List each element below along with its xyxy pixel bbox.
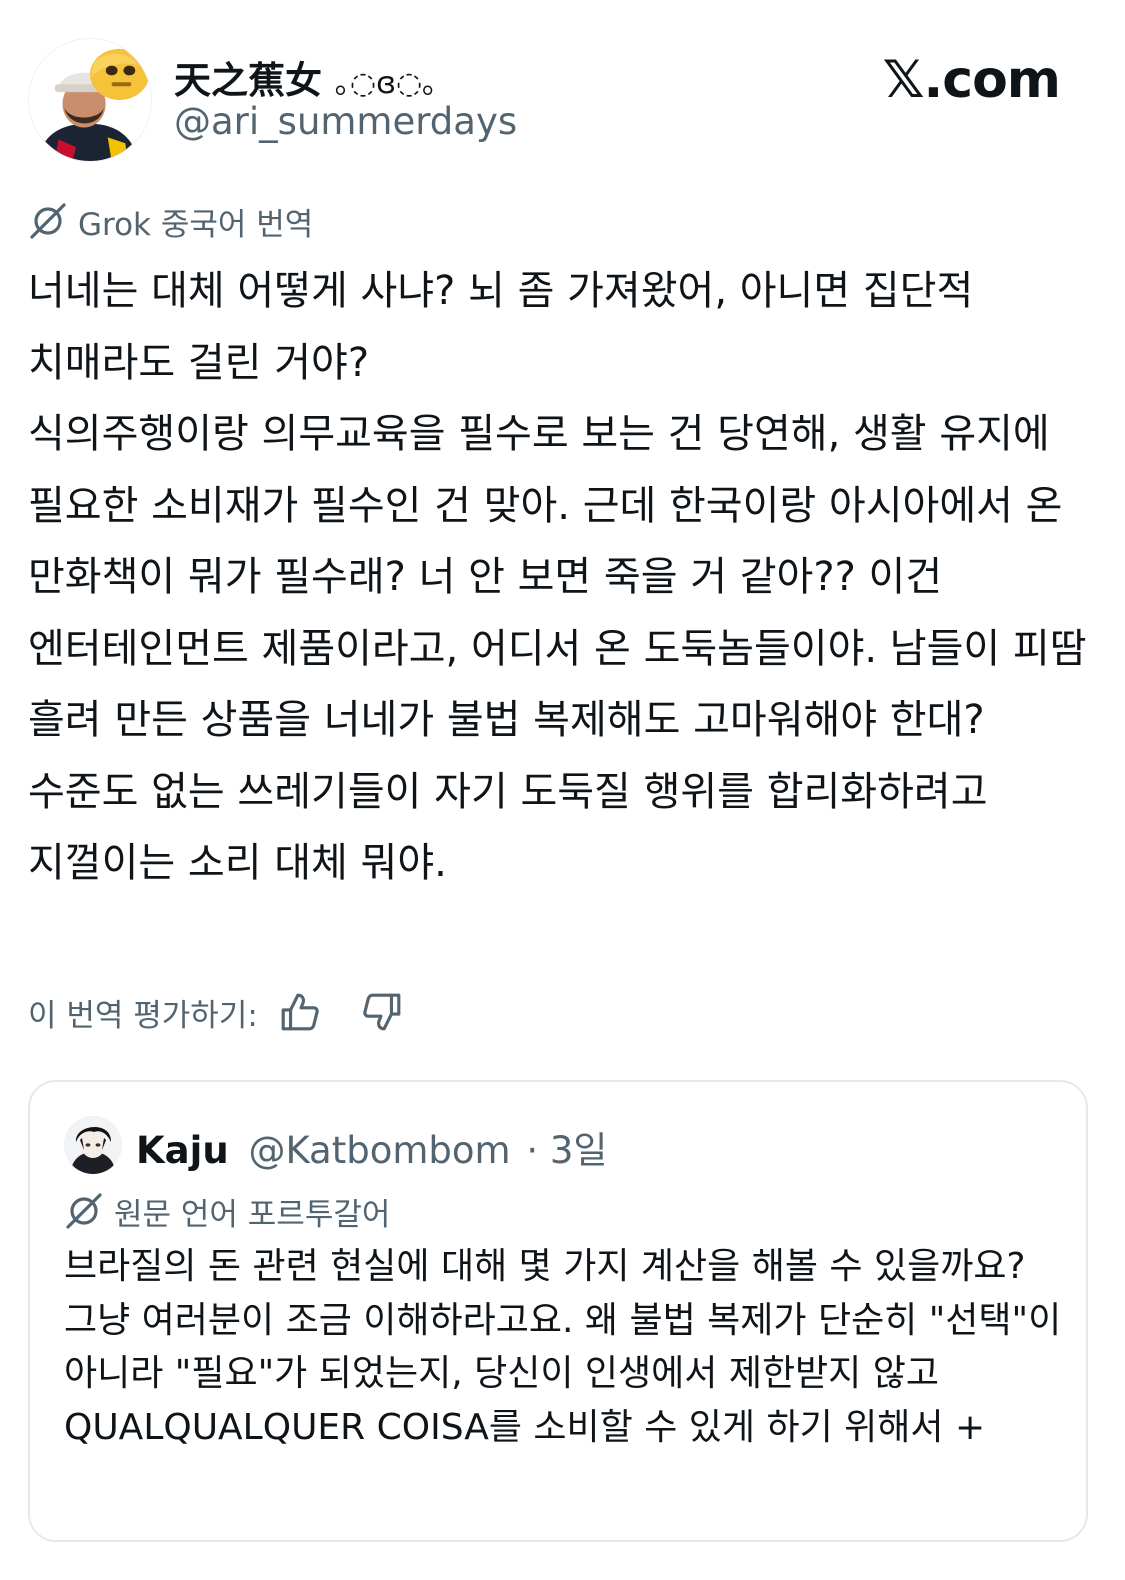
grok-slash-icon	[30, 203, 66, 239]
post-paragraph: 너네는 대체 어떻게 사냐? 뇌 좀 가져왔어, 아니면 집단적 치매라도 걸린…	[28, 268, 974, 386]
author-handle[interactable]: @ari_summerdays	[174, 100, 517, 143]
thumbs-down-icon	[363, 993, 401, 1031]
translation-label-row: Grok 중국어 번역	[28, 200, 314, 243]
post-body: 너네는 대체 어떻게 사냐? 뇌 좀 가져왔어, 아니면 집단적 치매라도 걸린…	[28, 256, 1103, 900]
quoted-post[interactable]: Kaju @Katbombom · 3일 원문 언어 포르투갈어 브라질의 돈 …	[28, 1080, 1088, 1542]
thumbs-down-button[interactable]	[358, 988, 406, 1036]
author-avatar-image	[29, 39, 151, 161]
quoted-body: 브라질의 돈 관련 현실에 대해 몇 가지 계산을 해볼 수 있을까요? 그냥 …	[64, 1246, 1062, 1448]
post-paragraph: 식의주행이랑 의무교육을 필수로 보는 건 당연해, 생활 유지에 필요한 소비…	[28, 411, 1087, 743]
rate-translation-label: 이 번역 평가하기:	[28, 997, 258, 1034]
quoted-author-name[interactable]: Kaju	[136, 1129, 229, 1172]
quoted-header: Kaju @Katbombom · 3일	[136, 1120, 607, 1174]
grok-slash-icon	[66, 1193, 102, 1229]
quoted-author-handle[interactable]: @Katbombom	[248, 1129, 510, 1172]
translation-label: Grok 중국어 번역	[78, 206, 314, 243]
quoted-translation-label: 원문 언어 포르투갈어	[114, 1196, 391, 1233]
author-name-line[interactable]: 天之蕉女 ｡◌ɞ◌｡	[174, 50, 437, 104]
quoted-timestamp: · 3일	[526, 1129, 608, 1172]
quoted-translation-row: 원문 언어 포르투갈어	[64, 1190, 391, 1233]
author-name: 天之蕉女	[174, 59, 322, 102]
quoted-avatar-image	[64, 1116, 122, 1174]
post-header: 天之蕉女 ｡◌ɞ◌｡ @ari_summerdays 𝕏.com	[28, 38, 1088, 162]
quoted-author-avatar[interactable]	[64, 1116, 122, 1174]
author-avatar[interactable]	[28, 38, 152, 162]
x-logo: 𝕏.com	[882, 50, 1061, 110]
thumbs-up-button[interactable]	[276, 988, 324, 1036]
rate-translation-row: 이 번역 평가하기:	[28, 988, 406, 1036]
author-kaomoji: ｡◌ɞ◌｡	[334, 66, 438, 101]
post-paragraph: 수준도 없는 쓰레기들이 자기 도둑질 행위를 합리화하려고 지껄이는 소리 대…	[28, 768, 988, 887]
thumbs-up-icon	[281, 993, 319, 1031]
